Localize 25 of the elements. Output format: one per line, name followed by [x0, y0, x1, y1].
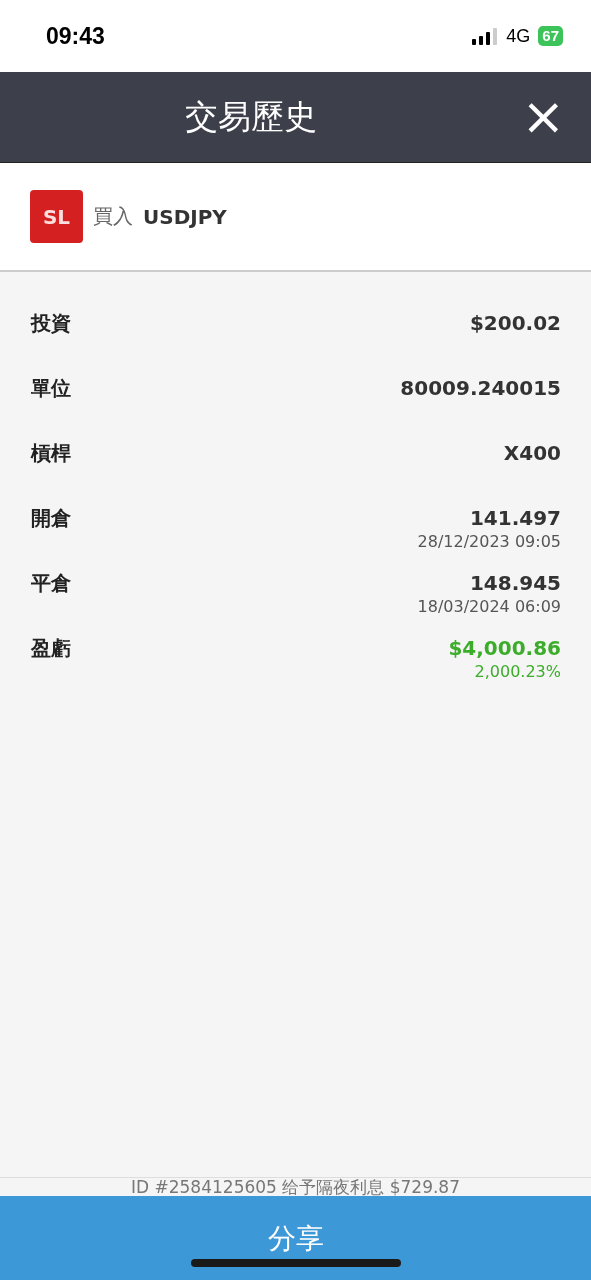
- field-value: 141.497: [469, 505, 561, 531]
- stop-loss-badge: SL: [30, 190, 83, 243]
- signal-icon: [472, 27, 499, 45]
- profit-value: $4,000.86: [448, 635, 561, 661]
- field-label: 槓桿: [31, 440, 71, 466]
- field-label: 投資: [31, 310, 71, 336]
- timestamp: 18/03/2024 06:09: [417, 596, 561, 618]
- field-label: 盈虧: [31, 635, 71, 661]
- trade-symbol: USDJPY: [143, 204, 227, 229]
- field-value: X400: [503, 440, 561, 466]
- close-button[interactable]: ×: [517, 86, 569, 146]
- field-value: 80009.240015: [400, 375, 561, 401]
- field-value: $200.02: [469, 310, 561, 336]
- trade-id-note: ID #2584125605 给予隔夜利息 $729.87: [0, 1177, 591, 1196]
- field-value: 148.945: [469, 570, 561, 596]
- network-label: 4G: [506, 25, 531, 47]
- screen-title: 交易歷史: [184, 95, 317, 138]
- profit-percent: 2,000.23%: [474, 661, 561, 683]
- trade-action: 買入: [93, 203, 133, 230]
- field-label: 單位: [31, 375, 71, 401]
- field-label: 開倉: [31, 505, 71, 531]
- field-label: 平倉: [31, 570, 71, 596]
- timestamp: 28/12/2023 09:05: [417, 531, 561, 553]
- clock-time: 09:43: [46, 22, 105, 50]
- battery-level: 67: [538, 26, 563, 46]
